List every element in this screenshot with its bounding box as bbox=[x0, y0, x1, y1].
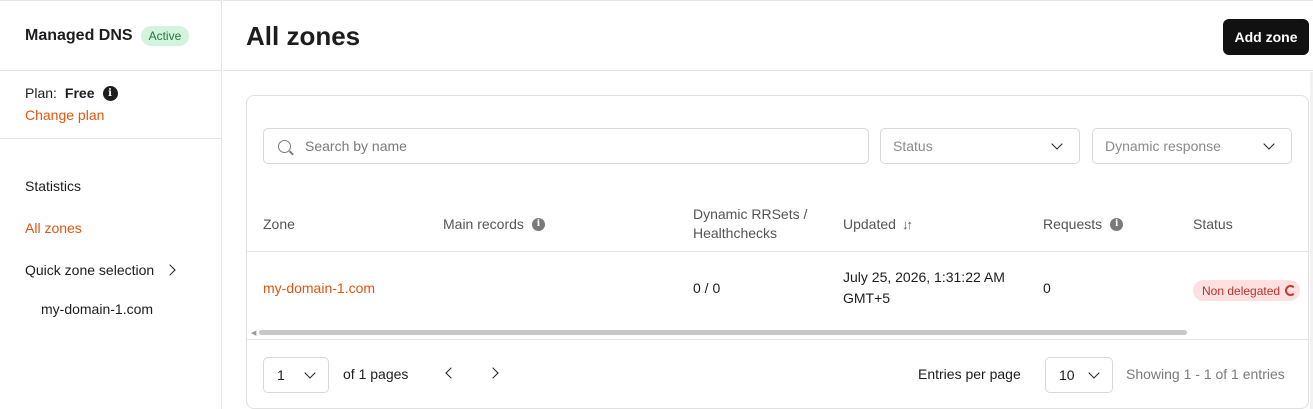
next-page-icon[interactable] bbox=[487, 367, 499, 379]
chevron-down-icon bbox=[304, 367, 316, 379]
filters-bar: Status Dynamic response bbox=[263, 128, 1292, 165]
search-box[interactable] bbox=[263, 128, 869, 164]
updated-cell: July 25, 2026, 1:31:22 AM GMT+5 bbox=[843, 253, 1005, 323]
table-row[interactable]: my-domain-1.com 0 / 0 July 25, 2026, 1:3… bbox=[247, 253, 1308, 323]
dynamic-response-placeholder: Dynamic response bbox=[1105, 138, 1221, 154]
column-header-label: Dynamic RRSets / bbox=[693, 206, 808, 222]
plan-info-icon[interactable]: i bbox=[102, 85, 118, 101]
product-title: Managed DNS bbox=[25, 26, 133, 44]
status-filter-select[interactable]: Status bbox=[880, 128, 1080, 164]
status-badge-label: Non delegated bbox=[1202, 283, 1281, 298]
non-delegated-status-badge[interactable]: Non delegated bbox=[1193, 280, 1301, 301]
plan-value: Free bbox=[64, 85, 95, 101]
updated-timezone: GMT+5 bbox=[843, 290, 891, 306]
page-title: All zones bbox=[246, 21, 361, 51]
sidebar-item-label: All zones bbox=[25, 220, 82, 236]
column-header-main-records: Main records i bbox=[443, 196, 545, 252]
requests-info-icon[interactable]: i bbox=[1110, 217, 1124, 231]
entries-per-page-select[interactable]: 10 bbox=[1045, 357, 1113, 393]
sidebar-item-label: Statistics bbox=[25, 178, 82, 194]
previous-page-icon[interactable] bbox=[445, 367, 457, 379]
table-header: Zone Main records i Dynamic RRSets / Hea… bbox=[247, 196, 1308, 252]
column-header-label: Healthchecks bbox=[693, 225, 778, 241]
entries-per-page-value: 10 bbox=[1059, 367, 1075, 383]
column-header-label: Main records bbox=[443, 215, 524, 232]
column-header-status: Status bbox=[1193, 215, 1233, 232]
zones-card: Status Dynamic response Zone Main record… bbox=[246, 95, 1309, 409]
column-header-requests: Requests i bbox=[1043, 196, 1124, 252]
sort-icon[interactable]: ↓↑ bbox=[902, 215, 913, 234]
requests-cell: 0 bbox=[1043, 279, 1051, 296]
sidebar-nav: Statistics All zones Quick zone selectio… bbox=[0, 139, 221, 327]
search-input[interactable] bbox=[305, 138, 825, 154]
search-icon bbox=[278, 139, 291, 153]
column-header-updated[interactable]: Updated ↓↑ bbox=[843, 196, 913, 252]
page-count-text: of 1 pages bbox=[343, 366, 409, 382]
scrollbar-thumb[interactable] bbox=[259, 330, 1187, 335]
pagination-footer: 1 of 1 pages Entries per page 10 Showing… bbox=[247, 339, 1308, 408]
quick-zone-item[interactable]: my-domain-1.com bbox=[0, 291, 221, 327]
chevron-down-icon bbox=[1051, 138, 1063, 150]
refresh-icon[interactable] bbox=[1285, 285, 1297, 296]
sidebar-item-statistics[interactable]: Statistics bbox=[0, 165, 221, 207]
dynamic-response-filter-select[interactable]: Dynamic response bbox=[1092, 128, 1292, 164]
page-header: All zones Add zone bbox=[223, 0, 1313, 71]
column-header-label: Updated bbox=[843, 215, 896, 232]
main-records-info-icon[interactable]: i bbox=[531, 217, 545, 231]
column-header-dynamic-rrsets: Dynamic RRSets / Healthchecks bbox=[693, 196, 807, 252]
sidebar-header: Managed DNS Active bbox=[0, 1, 221, 71]
horizontal-scrollbar[interactable]: ◀ bbox=[251, 329, 1304, 337]
updated-date: July 25, 2026, 1:31:22 AM bbox=[843, 269, 1005, 285]
sidebar: Managed DNS Active Plan: Free i Change p… bbox=[0, 0, 222, 409]
plan-label: Plan: bbox=[25, 85, 57, 101]
chevron-down-icon bbox=[1088, 367, 1100, 379]
column-header-label: Requests bbox=[1043, 215, 1103, 232]
page-number-select[interactable]: 1 bbox=[263, 357, 329, 393]
sidebar-item-quick-zone-selection[interactable]: Quick zone selection bbox=[0, 249, 221, 291]
status-filter-placeholder: Status bbox=[893, 138, 933, 154]
change-plan-link[interactable]: Change plan bbox=[25, 107, 221, 123]
chevron-down-icon bbox=[1263, 138, 1275, 150]
page-number-value: 1 bbox=[277, 367, 285, 383]
sidebar-item-all-zones[interactable]: All zones bbox=[0, 207, 221, 249]
showing-entries-text: Showing 1 - 1 of 1 entries bbox=[1126, 366, 1285, 382]
scroll-left-arrow-icon[interactable]: ◀ bbox=[251, 329, 256, 337]
chevron-right-icon bbox=[164, 264, 176, 276]
add-zone-button[interactable]: Add zone bbox=[1223, 19, 1309, 55]
entries-per-page-label: Entries per page bbox=[918, 366, 1021, 382]
active-status-badge: Active bbox=[140, 25, 190, 46]
zone-link[interactable]: my-domain-1.com bbox=[263, 253, 375, 323]
plan-section: Plan: Free i Change plan bbox=[0, 71, 221, 139]
sidebar-item-label: Quick zone selection bbox=[25, 262, 155, 278]
column-header-zone: Zone bbox=[263, 215, 295, 232]
dynamic-rrsets-cell: 0 / 0 bbox=[693, 279, 721, 296]
